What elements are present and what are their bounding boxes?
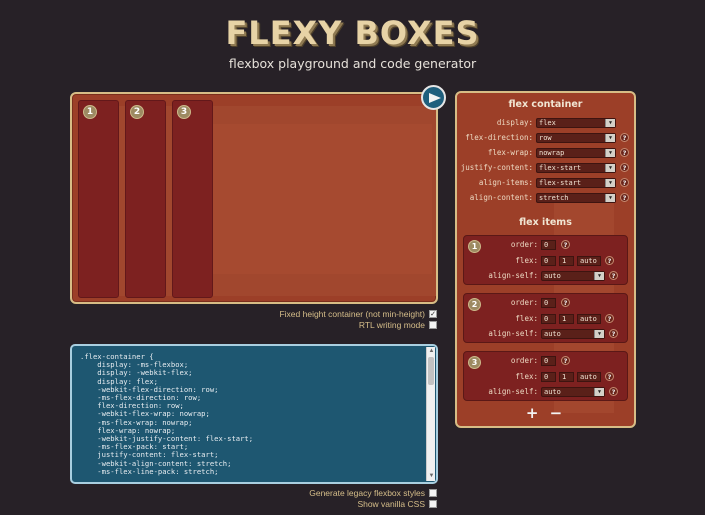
fixed-height-option: Fixed height container (not min-height) …	[279, 309, 437, 319]
chevron-down-icon: ▼	[594, 329, 604, 338]
flex-shrink-input[interactable]: 1	[559, 313, 574, 324]
item-settings-2: 2 order: 0 ? flex: 0 1 auto ? align-self…	[463, 293, 628, 343]
play-icon	[428, 92, 441, 103]
align-self-select[interactable]: auto ▼	[541, 328, 605, 339]
help-icon[interactable]: ?	[561, 356, 570, 365]
rtl-option: RTL writing mode	[359, 320, 437, 330]
prop-row-flex-direction: flex-direction: row ▼ ?	[457, 132, 629, 143]
chevron-down-icon: ▼	[605, 133, 615, 142]
flex-shrink-input[interactable]: 1	[559, 371, 574, 382]
justify-content-select[interactable]: flex-start ▼	[536, 162, 616, 173]
prop-row-align-items: align-items: flex-start ▼ ?	[457, 177, 629, 188]
help-icon[interactable]: ?	[620, 193, 629, 202]
generated-css[interactable]: .flex-container { display: -ms-flexbox; …	[80, 352, 253, 476]
flex-grow-input[interactable]: 0	[541, 371, 556, 382]
align-content-select[interactable]: stretch ▼	[536, 192, 616, 203]
order-input[interactable]: 0	[541, 355, 556, 366]
flex-items-heading: flex items	[519, 217, 572, 228]
rtl-label: RTL writing mode	[358, 320, 425, 330]
settings-panel: flex container display: flex ▼ flex-direc…	[455, 91, 636, 428]
prop-row-align-content: align-content: stretch ▼ ?	[457, 192, 629, 203]
chevron-down-icon: ▼	[605, 148, 615, 157]
flex-container-heading: flex container	[508, 99, 583, 110]
prop-row-justify-content: justify-content: flex-start ▼ ?	[457, 162, 629, 173]
chevron-down-icon: ▼	[594, 271, 604, 280]
flex-basis-input[interactable]: auto	[577, 313, 601, 324]
help-icon[interactable]: ?	[561, 240, 570, 249]
help-icon[interactable]: ?	[609, 271, 618, 280]
flex-shrink-input[interactable]: 1	[559, 255, 574, 266]
flex-wrap-select[interactable]: nowrap ▼	[536, 147, 616, 158]
help-icon[interactable]: ?	[561, 298, 570, 307]
vanilla-label: Show vanilla CSS	[357, 499, 425, 509]
order-input[interactable]: 0	[541, 297, 556, 308]
add-remove-item-buttons[interactable]: + −	[457, 404, 634, 422]
vanilla-checkbox[interactable]	[429, 500, 437, 508]
flex-grow-input[interactable]: 0	[541, 313, 556, 324]
align-items-select[interactable]: flex-start ▼	[536, 177, 616, 188]
code-output[interactable]: .flex-container { display: -ms-flexbox; …	[70, 344, 438, 484]
align-self-select[interactable]: auto ▼	[541, 386, 605, 397]
scroll-down-icon[interactable]: ▼	[427, 472, 436, 481]
fixed-height-checkbox[interactable]: ✓	[429, 310, 437, 318]
legacy-checkbox[interactable]	[429, 489, 437, 497]
item-settings-3: 3 order: 0 ? flex: 0 1 auto ? align-self…	[463, 351, 628, 401]
chevron-down-icon: ▼	[594, 387, 604, 396]
chevron-down-icon: ▼	[605, 118, 615, 127]
chevron-down-icon: ▼	[605, 178, 615, 187]
order-input[interactable]: 0	[541, 239, 556, 250]
help-icon[interactable]: ?	[605, 256, 614, 265]
flex-basis-input[interactable]: auto	[577, 371, 601, 382]
prop-row-flex-wrap: flex-wrap: nowrap ▼ ?	[457, 147, 629, 158]
help-icon[interactable]: ?	[620, 178, 629, 187]
item-number-badge: 3	[177, 105, 191, 119]
scroll-up-icon[interactable]: ▲	[427, 347, 436, 356]
help-icon[interactable]: ?	[620, 163, 629, 172]
vanilla-option: Show vanilla CSS	[357, 499, 437, 509]
item-number-badge: 2	[130, 105, 144, 119]
help-icon[interactable]: ?	[605, 372, 614, 381]
help-icon[interactable]: ?	[609, 329, 618, 338]
help-icon[interactable]: ?	[620, 133, 629, 142]
scroll-thumb[interactable]	[428, 357, 434, 385]
help-icon[interactable]: ?	[605, 314, 614, 323]
rtl-checkbox[interactable]	[429, 321, 437, 329]
code-scrollbar[interactable]: ▲ ▼	[426, 347, 435, 481]
item-settings-1: 1 order: 0 ? flex: 0 1 auto ? align-self…	[463, 235, 628, 285]
chevron-down-icon: ▼	[605, 193, 615, 202]
legacy-label: Generate legacy flexbox styles	[309, 488, 425, 498]
flex-item-2[interactable]: 2	[125, 100, 166, 298]
fixed-height-label: Fixed height container (not min-height)	[279, 309, 425, 319]
item-number-badge: 1	[83, 105, 97, 119]
flex-direction-select[interactable]: row ▼	[536, 132, 616, 143]
flex-basis-input[interactable]: auto	[577, 255, 601, 266]
flex-grow-input[interactable]: 0	[541, 255, 556, 266]
play-button[interactable]	[421, 85, 446, 110]
app-logo: FLEXY BOXES	[225, 14, 480, 52]
flex-item-1[interactable]: 1	[78, 100, 119, 298]
flex-playground: 1 2 3	[70, 92, 438, 304]
prop-row-display: display: flex ▼	[457, 117, 616, 128]
help-icon[interactable]: ?	[609, 387, 618, 396]
help-icon[interactable]: ?	[620, 148, 629, 157]
legacy-option: Generate legacy flexbox styles	[309, 488, 437, 498]
align-self-select[interactable]: auto ▼	[541, 270, 605, 281]
display-select[interactable]: flex ▼	[536, 117, 616, 128]
flex-item-3[interactable]: 3	[172, 100, 213, 298]
chevron-down-icon: ▼	[605, 163, 615, 172]
app-subtitle: flexbox playground and code generator	[228, 56, 477, 71]
